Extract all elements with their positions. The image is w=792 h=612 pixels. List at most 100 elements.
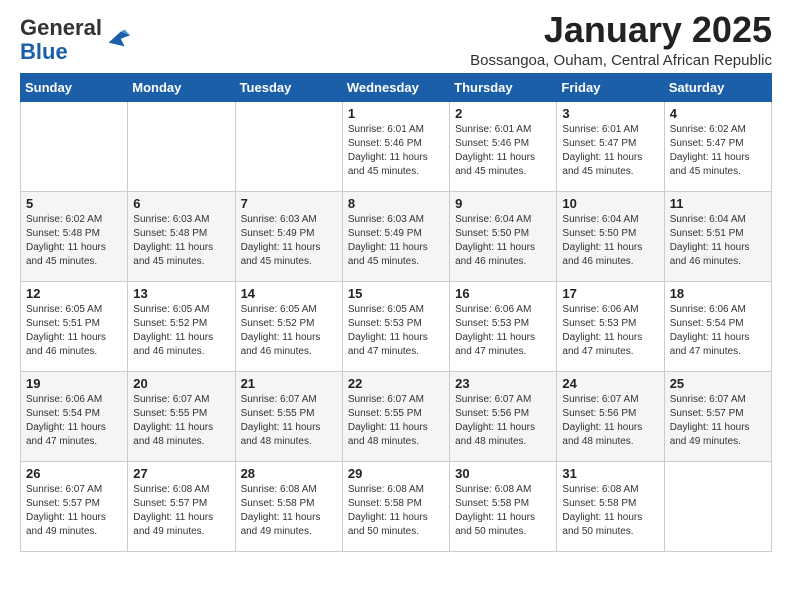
calendar-cell: 7Sunrise: 6:03 AM Sunset: 5:49 PM Daylig… — [235, 191, 342, 281]
day-number: 15 — [348, 286, 444, 301]
calendar-cell: 19 Sunrise: 6:06 AM Sunset: 5:54 PM Dayli… — [21, 371, 128, 461]
day-info: Sunrise: 6:07 AM Sunset: 5:55 PM Dayligh… — [348, 393, 444, 449]
day-info: Sunrise: 6:04 AM Sunset: 5:51 PM Dayligh… — [670, 213, 766, 269]
day-number: 21 — [241, 376, 337, 391]
day-info: Sunrise: 6:05 AM Sunset: 5:52 PM Dayligh… — [241, 303, 337, 359]
day-number: 16 — [455, 286, 551, 301]
calendar-cell — [21, 101, 128, 191]
day-number: 29 — [348, 466, 444, 481]
day-info: Sunrise: 6:06 AM Sunset: 5:53 PM Dayligh… — [562, 303, 658, 359]
logo-general-text: General — [20, 15, 102, 40]
day-info: Sunrise: 6:02 AM Sunset: 5:47 PM Dayligh… — [670, 123, 766, 179]
calendar-cell: 3Sunrise: 6:01 AM Sunset: 5:47 PM Daylig… — [557, 101, 664, 191]
weekday-header-sunday: Sunday — [21, 73, 128, 101]
calendar-cell: 9 Sunrise: 6:04 AM Sunset: 5:50 PM Daylig… — [450, 191, 557, 281]
weekday-header-thursday: Thursday — [450, 73, 557, 101]
day-info: Sunrise: 6:02 AM Sunset: 5:48 PM Dayligh… — [26, 213, 122, 269]
calendar-cell — [664, 461, 771, 551]
day-number: 31 — [562, 466, 658, 481]
weekday-header-friday: Friday — [557, 73, 664, 101]
calendar-cell: 1 Sunrise: 6:01 AM Sunset: 5:46 PM Daylig… — [342, 101, 449, 191]
calendar-cell: 14 Sunrise: 6:05 AM Sunset: 5:52 PM Dayli… — [235, 281, 342, 371]
calendar-cell: 15Sunrise: 6:05 AM Sunset: 5:53 PM Dayli… — [342, 281, 449, 371]
calendar-week-row: 19 Sunrise: 6:06 AM Sunset: 5:54 PM Dayli… — [21, 371, 772, 461]
weekday-header-wednesday: Wednesday — [342, 73, 449, 101]
calendar-cell: 6 Sunrise: 6:03 AM Sunset: 5:48 PM Daylig… — [128, 191, 235, 281]
day-info: Sunrise: 6:06 AM Sunset: 5:54 PM Dayligh… — [26, 393, 122, 449]
day-number: 6 — [133, 196, 229, 211]
day-info: Sunrise: 6:08 AM Sunset: 5:58 PM Dayligh… — [562, 483, 658, 539]
day-info: Sunrise: 6:08 AM Sunset: 5:58 PM Dayligh… — [348, 483, 444, 539]
day-number: 2 — [455, 106, 551, 121]
day-info: Sunrise: 6:04 AM Sunset: 5:50 PM Dayligh… — [455, 213, 551, 269]
day-info: Sunrise: 6:07 AM Sunset: 5:57 PM Dayligh… — [670, 393, 766, 449]
day-number: 26 — [26, 466, 122, 481]
weekday-header-row: SundayMondayTuesdayWednesdayThursdayFrid… — [21, 73, 772, 101]
calendar-cell: 31 Sunrise: 6:08 AM Sunset: 5:58 PM Dayli… — [557, 461, 664, 551]
day-info: Sunrise: 6:03 AM Sunset: 5:49 PM Dayligh… — [348, 213, 444, 269]
day-number: 4 — [670, 106, 766, 121]
calendar-cell — [235, 101, 342, 191]
logo-blue-text: Blue — [20, 39, 68, 64]
calendar-cell: 23Sunrise: 6:07 AM Sunset: 5:56 PM Dayli… — [450, 371, 557, 461]
calendar-cell: 12Sunrise: 6:05 AM Sunset: 5:51 PM Dayli… — [21, 281, 128, 371]
title-block: January 2025 Bossangoa, Ouham, Central A… — [470, 10, 772, 69]
day-number: 10 — [562, 196, 658, 211]
day-number: 14 — [241, 286, 337, 301]
weekday-header-saturday: Saturday — [664, 73, 771, 101]
weekday-header-monday: Monday — [128, 73, 235, 101]
day-number: 5 — [26, 196, 122, 211]
day-number: 19 — [26, 376, 122, 391]
calendar-cell: 11 Sunrise: 6:04 AM Sunset: 5:51 PM Dayli… — [664, 191, 771, 281]
day-info: Sunrise: 6:05 AM Sunset: 5:51 PM Dayligh… — [26, 303, 122, 359]
calendar-cell: 27 Sunrise: 6:08 AM Sunset: 5:57 PM Dayli… — [128, 461, 235, 551]
calendar-cell: 2 Sunrise: 6:01 AM Sunset: 5:46 PM Daylig… — [450, 101, 557, 191]
calendar-cell: 22Sunrise: 6:07 AM Sunset: 5:55 PM Dayli… — [342, 371, 449, 461]
day-number: 18 — [670, 286, 766, 301]
calendar-cell: 26 Sunrise: 6:07 AM Sunset: 5:57 PM Dayli… — [21, 461, 128, 551]
calendar-cell: 4 Sunrise: 6:02 AM Sunset: 5:47 PM Daylig… — [664, 101, 771, 191]
calendar-cell: 29 Sunrise: 6:08 AM Sunset: 5:58 PM Dayli… — [342, 461, 449, 551]
day-number: 3 — [562, 106, 658, 121]
day-info: Sunrise: 6:07 AM Sunset: 5:57 PM Dayligh… — [26, 483, 122, 539]
day-number: 13 — [133, 286, 229, 301]
calendar-cell: 16 Sunrise: 6:06 AM Sunset: 5:53 PM Dayli… — [450, 281, 557, 371]
day-info: Sunrise: 6:04 AM Sunset: 5:50 PM Dayligh… — [562, 213, 658, 269]
day-info: Sunrise: 6:05 AM Sunset: 5:52 PM Dayligh… — [133, 303, 229, 359]
calendar-week-row: 12Sunrise: 6:05 AM Sunset: 5:51 PM Dayli… — [21, 281, 772, 371]
day-info: Sunrise: 6:06 AM Sunset: 5:53 PM Dayligh… — [455, 303, 551, 359]
day-number: 23 — [455, 376, 551, 391]
logo-bird-icon — [104, 24, 132, 52]
header: General Blue January 2025 Bossangoa, Ouh… — [20, 10, 772, 69]
day-info: Sunrise: 6:08 AM Sunset: 5:58 PM Dayligh… — [241, 483, 337, 539]
calendar-title: January 2025 — [470, 10, 772, 50]
calendar-cell: 30Sunrise: 6:08 AM Sunset: 5:58 PM Dayli… — [450, 461, 557, 551]
day-info: Sunrise: 6:06 AM Sunset: 5:54 PM Dayligh… — [670, 303, 766, 359]
calendar-cell: 24Sunrise: 6:07 AM Sunset: 5:56 PM Dayli… — [557, 371, 664, 461]
calendar-cell: 21Sunrise: 6:07 AM Sunset: 5:55 PM Dayli… — [235, 371, 342, 461]
day-number: 9 — [455, 196, 551, 211]
day-number: 11 — [670, 196, 766, 211]
day-info: Sunrise: 6:01 AM Sunset: 5:46 PM Dayligh… — [455, 123, 551, 179]
day-number: 30 — [455, 466, 551, 481]
weekday-header-tuesday: Tuesday — [235, 73, 342, 101]
day-info: Sunrise: 6:03 AM Sunset: 5:48 PM Dayligh… — [133, 213, 229, 269]
day-number: 28 — [241, 466, 337, 481]
day-number: 17 — [562, 286, 658, 301]
calendar-cell — [128, 101, 235, 191]
day-info: Sunrise: 6:07 AM Sunset: 5:55 PM Dayligh… — [133, 393, 229, 449]
calendar-week-row: 5 Sunrise: 6:02 AM Sunset: 5:48 PM Daylig… — [21, 191, 772, 281]
calendar-week-row: 26 Sunrise: 6:07 AM Sunset: 5:57 PM Dayli… — [21, 461, 772, 551]
day-number: 25 — [670, 376, 766, 391]
day-number: 8 — [348, 196, 444, 211]
calendar-cell: 13 Sunrise: 6:05 AM Sunset: 5:52 PM Dayli… — [128, 281, 235, 371]
day-number: 7 — [241, 196, 337, 211]
day-info: Sunrise: 6:07 AM Sunset: 5:56 PM Dayligh… — [562, 393, 658, 449]
day-number: 1 — [348, 106, 444, 121]
day-info: Sunrise: 6:08 AM Sunset: 5:57 PM Dayligh… — [133, 483, 229, 539]
day-number: 20 — [133, 376, 229, 391]
day-number: 27 — [133, 466, 229, 481]
calendar-cell: 20 Sunrise: 6:07 AM Sunset: 5:55 PM Dayli… — [128, 371, 235, 461]
day-info: Sunrise: 6:01 AM Sunset: 5:46 PM Dayligh… — [348, 123, 444, 179]
calendar-cell: 8 Sunrise: 6:03 AM Sunset: 5:49 PM Daylig… — [342, 191, 449, 281]
